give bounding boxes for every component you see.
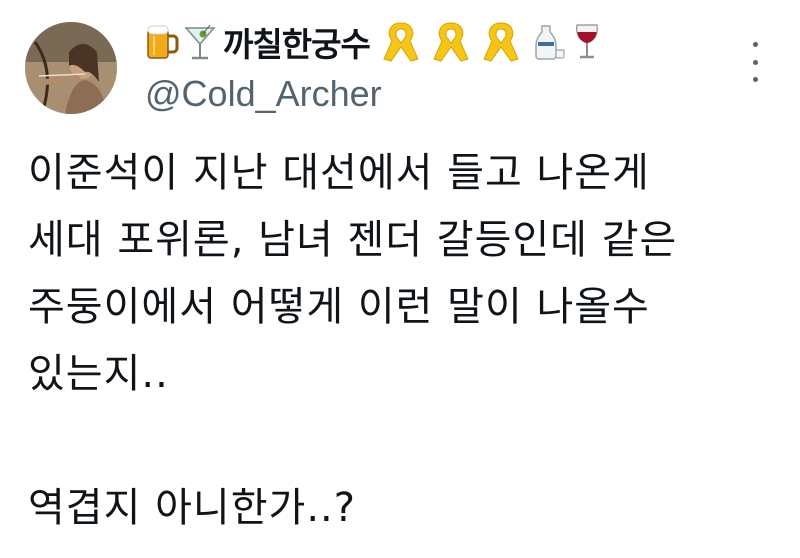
more-dot	[752, 77, 758, 82]
more-dot	[752, 59, 758, 65]
yellow-ribbon-icon	[426, 17, 476, 67]
name-row: 까칠한궁수	[145, 14, 745, 70]
more-vertical-icon[interactable]	[748, 42, 762, 82]
tweet-text: 이준석이 지난 대선에서 들고 나온게 세대 포위론, 남녀 젠더 갈등인데 같…	[28, 140, 788, 542]
tweet-text-line: 이준석이 지난 대선에서 들고 나온게	[28, 150, 650, 196]
archer-avatar-icon	[25, 22, 117, 114]
user-handle[interactable]: @Cold_Archer	[145, 72, 745, 116]
tweet-text-line: 주둥이에서 어떻게 이런 말이 나올수	[28, 284, 650, 330]
wine-glass-icon	[570, 19, 604, 65]
tweet-text-line: 세대 포위론, 남녀 젠더 갈등인데 같은	[28, 217, 678, 263]
tweet-text-line: 역겹지 아니한가..?	[28, 485, 356, 531]
yellow-ribbon-icon	[376, 17, 426, 67]
tweet-header: 까칠한궁수 @Cold_Archer	[145, 14, 745, 116]
tweet-text-blank-line	[28, 408, 788, 475]
display-name[interactable]: 까칠한궁수	[223, 18, 371, 66]
tweet: 까칠한궁수 @Cold_Archer 이준석이 지난 대선에서 들고 나온게 세…	[0, 0, 800, 558]
more-dot	[752, 42, 758, 47]
cocktail-glass-icon	[183, 19, 217, 65]
beer-mug-icon	[145, 19, 179, 65]
avatar[interactable]	[25, 22, 117, 114]
sake-icon	[532, 19, 566, 65]
tweet-text-line: 있는지..	[28, 351, 169, 397]
yellow-ribbon-icon	[476, 17, 526, 67]
